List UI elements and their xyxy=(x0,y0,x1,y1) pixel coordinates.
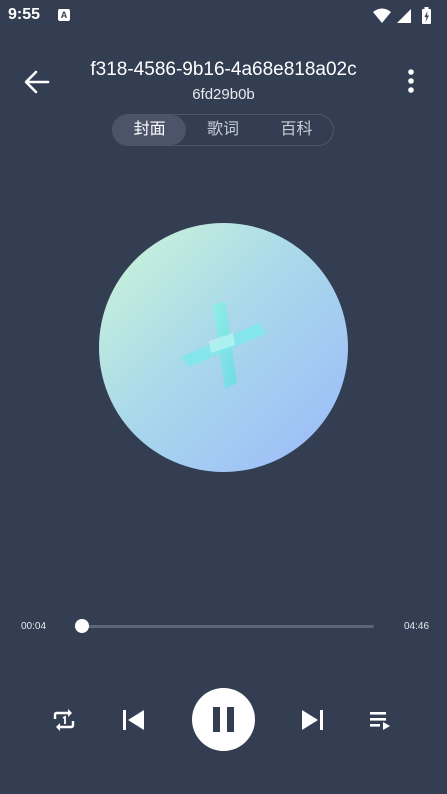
more-options-button[interactable] xyxy=(403,67,419,97)
playlist-button[interactable] xyxy=(368,708,392,737)
skip-previous-icon xyxy=(123,710,144,730)
repeat-one-icon xyxy=(53,709,75,731)
view-tabs: 封面 歌词 百科 xyxy=(112,114,334,146)
status-time: 9:55 xyxy=(8,6,41,23)
status-icons xyxy=(371,6,441,24)
wifi-icon xyxy=(373,8,391,23)
song-subtitle: 6fd29b0b xyxy=(192,86,255,103)
cellular-signal-icon xyxy=(397,9,411,23)
tab-encyclopedia[interactable]: 百科 xyxy=(260,115,333,145)
current-time: 00:04 xyxy=(21,621,47,632)
song-title: f318-4586-9b16-4a68e818a02c xyxy=(90,59,357,80)
x-logo-icon xyxy=(181,301,267,389)
total-time: 04:46 xyxy=(404,621,430,632)
pause-button[interactable] xyxy=(192,688,255,751)
tab-cover[interactable]: 封面 xyxy=(113,115,187,145)
arrow-back-icon xyxy=(24,70,50,94)
app-bar: f318-4586-9b16-4a68e818a02c 6fd29b0b xyxy=(0,55,447,107)
pause-icon xyxy=(213,707,234,732)
back-button[interactable] xyxy=(22,67,52,97)
playback-progress: 00:04 04:46 xyxy=(0,612,447,642)
repeat-mode-button[interactable] xyxy=(51,707,77,738)
album-cover xyxy=(99,223,348,472)
progress-slider[interactable] xyxy=(78,625,374,628)
more-vert-icon xyxy=(408,69,414,93)
playlist-icon xyxy=(370,712,390,730)
accessibility-a-icon: A xyxy=(58,9,70,21)
previous-button[interactable] xyxy=(120,707,146,738)
skip-next-icon xyxy=(302,710,323,730)
next-button[interactable] xyxy=(300,707,326,738)
status-bar: 9:55 A xyxy=(0,0,447,30)
battery-charging-icon xyxy=(422,7,431,24)
tab-lyrics[interactable]: 歌词 xyxy=(186,115,259,145)
progress-thumb[interactable] xyxy=(75,619,90,633)
playback-controls xyxy=(0,688,447,752)
